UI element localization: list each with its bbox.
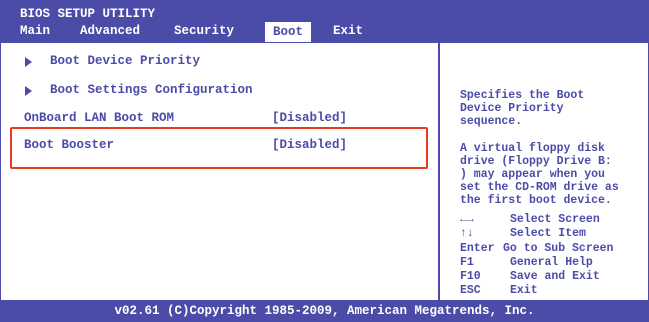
tab-exit[interactable]: Exit xyxy=(333,24,363,38)
menu-item-onboard-lan-boot-rom[interactable]: OnBoard LAN Boot ROM xyxy=(24,111,174,125)
tab-boot[interactable]: Boot xyxy=(265,22,312,42)
boot-booster-value[interactable]: [Disabled] xyxy=(272,138,347,152)
submenu-arrow-icon xyxy=(25,57,32,67)
menu-item-boot-booster[interactable]: Boot Booster xyxy=(24,138,114,152)
help-note-line: ) may appear when you xyxy=(460,168,605,181)
key-help-action: Select Screen xyxy=(510,213,600,226)
arrows-left-right-icon: ←→ xyxy=(460,213,474,226)
help-note-line: set the CD-ROM drive as xyxy=(460,181,619,194)
submenu-arrow-icon xyxy=(25,86,32,96)
help-description-line: Device Priority xyxy=(460,102,564,115)
help-description-line: Specifies the Boot xyxy=(460,89,585,102)
help-note-line: A virtual floppy disk xyxy=(460,142,605,155)
onboard-lan-boot-rom-value[interactable]: [Disabled] xyxy=(272,111,347,125)
key-help-action: Save and Exit xyxy=(510,270,600,283)
key-help-action: General Help xyxy=(510,256,593,269)
menu-item-boot-device-priority[interactable]: Boot Device Priority xyxy=(50,54,200,68)
key-help-key: F1 xyxy=(460,256,474,269)
key-help-key: Enter xyxy=(460,242,495,255)
copyright-footer: v02.61 (C)Copyright 1985-2009, American … xyxy=(0,300,649,322)
arrows-up-down-icon: ↑↓ xyxy=(460,227,474,240)
key-help-action: Exit xyxy=(510,284,538,297)
tab-advanced[interactable]: Advanced xyxy=(80,24,140,38)
tab-security[interactable]: Security xyxy=(174,24,234,38)
key-help-key: F10 xyxy=(460,270,481,283)
tab-main[interactable]: Main xyxy=(20,24,50,38)
key-help-key: ESC xyxy=(460,284,481,297)
menu-item-boot-settings-configuration[interactable]: Boot Settings Configuration xyxy=(50,83,253,97)
bios-header: BIOS SETUP UTILITY Main Advanced Securit… xyxy=(0,0,649,43)
help-note-line: drive (Floppy Drive B: xyxy=(460,155,612,168)
key-help-action: Go to Sub Screen xyxy=(503,242,614,255)
help-note-line: the first boot device. xyxy=(460,194,612,207)
bios-title: BIOS SETUP UTILITY xyxy=(20,7,156,21)
panel-divider xyxy=(438,43,440,306)
key-help-action: Select Item xyxy=(510,227,586,240)
help-description-line: sequence. xyxy=(460,115,523,128)
